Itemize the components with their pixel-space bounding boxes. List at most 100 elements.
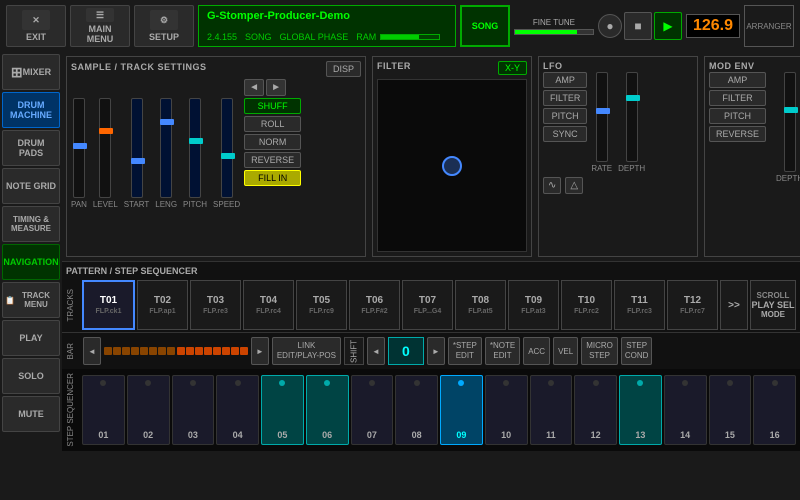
shift-button[interactable]: SHIFT bbox=[344, 337, 364, 365]
track-menu-button[interactable]: 📋 TRACK MENU bbox=[2, 282, 60, 318]
mod-filter-button[interactable]: FILTER bbox=[709, 90, 766, 106]
bar-prev-button[interactable]: ◄ bbox=[83, 337, 101, 365]
drum-pads-button[interactable]: DRUM PADS bbox=[2, 130, 60, 166]
norm-button[interactable]: NORM bbox=[244, 134, 301, 150]
track-t06[interactable]: T06 FLP.F#2 bbox=[349, 280, 400, 330]
step-pad-08[interactable]: 08 bbox=[395, 375, 438, 445]
mod-reverse-button[interactable]: REVERSE bbox=[709, 126, 766, 142]
speed-slider: SPEED bbox=[213, 98, 240, 209]
lfo-sync-button[interactable]: SYNC bbox=[543, 126, 587, 142]
lfo-rate-slider: RATE bbox=[591, 72, 612, 173]
main-menu-button[interactable]: ☰ MAIN MENU bbox=[70, 5, 130, 47]
step-pad-09[interactable]: 09 bbox=[440, 375, 483, 445]
step-pad-01[interactable]: 01 bbox=[82, 375, 125, 445]
step-pad-16[interactable]: 16 bbox=[753, 375, 796, 445]
song-button[interactable]: SONG bbox=[460, 5, 510, 47]
tracks-row: TRACKS T01 FLP.ck1 T02 FLP.ap1 T03 FLP.r… bbox=[66, 280, 796, 330]
navigation-button[interactable]: NAVIGATION bbox=[2, 244, 60, 280]
step-pad-02[interactable]: 02 bbox=[127, 375, 170, 445]
fx-buttons: ◄ ► SHUFF ROLL NORM REVERSE FILL IN bbox=[244, 79, 301, 213]
step-edit-button[interactable]: *STEPEDIT bbox=[448, 337, 482, 365]
lfo-pitch-button[interactable]: PITCH bbox=[543, 108, 587, 124]
fill-in-button[interactable]: FILL IN bbox=[244, 170, 301, 186]
step-pad-12[interactable]: 12 bbox=[574, 375, 617, 445]
arrow-left-button[interactable]: ◄ bbox=[244, 79, 264, 96]
solo-button[interactable]: SOLO bbox=[2, 358, 60, 394]
mod-pitch-button[interactable]: PITCH bbox=[709, 108, 766, 124]
scroll-label: SCROLL bbox=[757, 291, 790, 300]
arrow-right-button[interactable]: ► bbox=[266, 79, 286, 96]
lfo-section: LFO AMP FILTER PITCH SYNC RATE bbox=[538, 56, 698, 257]
mixer-button[interactable]: ⊞ MIXER bbox=[2, 54, 60, 90]
filter-section: FILTER X-Y bbox=[372, 56, 532, 257]
xy-button[interactable]: X-Y bbox=[498, 61, 527, 75]
micro-step-button[interactable]: MICROSTEP bbox=[581, 337, 618, 365]
stop-button[interactable]: ■ bbox=[624, 12, 652, 40]
step-pad-13[interactable]: 13 bbox=[619, 375, 662, 445]
roll-button[interactable]: ROLL bbox=[244, 116, 301, 132]
wave-triangle-button[interactable]: △ bbox=[565, 177, 583, 194]
mod-amp-button[interactable]: AMP bbox=[709, 72, 766, 88]
track-t09[interactable]: T09 FLP.at3 bbox=[508, 280, 559, 330]
track-t03[interactable]: T03 FLP.re3 bbox=[190, 280, 241, 330]
track-t05[interactable]: T05 FLP.rc9 bbox=[296, 280, 347, 330]
step-pad-14[interactable]: 14 bbox=[664, 375, 707, 445]
start-slider: START bbox=[124, 98, 149, 209]
step-cond-button[interactable]: STEPCOND bbox=[621, 337, 653, 365]
sample-settings: SAMPLE / TRACK SETTINGS DISP PAN bbox=[66, 56, 366, 257]
record-button[interactable]: ● bbox=[598, 14, 622, 38]
shuff-button[interactable]: SHUFF bbox=[244, 98, 301, 114]
sliders-row: PAN LEVEL START bbox=[71, 79, 240, 209]
step-pad-06[interactable]: 06 bbox=[306, 375, 349, 445]
step-prev-button[interactable]: ◄ bbox=[367, 337, 385, 365]
note-edit-button[interactable]: *NOTEEDIT bbox=[485, 337, 520, 365]
track-t02[interactable]: T02 FLP.ap1 bbox=[137, 280, 188, 330]
track-next[interactable]: >> bbox=[720, 280, 748, 330]
play-sel-button[interactable]: SCROLL PLAY SEL MODE bbox=[750, 280, 796, 330]
fine-tune: FINE TUNE bbox=[514, 18, 594, 35]
exit-button[interactable]: ✕ EXIT bbox=[6, 5, 66, 47]
track-t11[interactable]: T11 FLP.rc3 bbox=[614, 280, 665, 330]
ram-progress bbox=[380, 34, 440, 40]
arranger-button[interactable]: ARRANGER bbox=[744, 5, 794, 47]
step-pad-07[interactable]: 07 bbox=[351, 375, 394, 445]
bpm-display[interactable]: 126.9 bbox=[686, 14, 740, 38]
play-button[interactable]: ▶ bbox=[654, 12, 682, 40]
vel-button[interactable]: VEL bbox=[553, 337, 578, 365]
pitch-slider: PITCH bbox=[183, 98, 207, 209]
mute-button[interactable]: MUTE bbox=[2, 396, 60, 432]
lfo-amp-button[interactable]: AMP bbox=[543, 72, 587, 88]
step-pad-04[interactable]: 04 bbox=[216, 375, 259, 445]
transport-controls: ● ■ ▶ bbox=[598, 12, 682, 40]
drum-machine-button[interactable]: DRUM MACHINE bbox=[2, 92, 60, 128]
acc-button[interactable]: ACC bbox=[523, 337, 550, 365]
step-pad-03[interactable]: 03 bbox=[172, 375, 215, 445]
note-grid-button[interactable]: NOTE GRID bbox=[2, 168, 60, 204]
top-bar: ✕ EXIT ☰ MAIN MENU ⚙ SETUP G-Stomper-Pro… bbox=[0, 0, 800, 52]
link-edit-button[interactable]: LINKEDIT/PLAY-POS bbox=[272, 337, 341, 365]
step-pad-11[interactable]: 11 bbox=[530, 375, 573, 445]
bar-next-button[interactable]: ► bbox=[251, 337, 269, 365]
track-t04[interactable]: T04 FLP.rc4 bbox=[243, 280, 294, 330]
reverse-button[interactable]: REVERSE bbox=[244, 152, 301, 168]
disp-button[interactable]: DISP bbox=[326, 61, 361, 77]
track-t10[interactable]: T10 FLP.rc2 bbox=[561, 280, 612, 330]
song-title: G-Stomper-Producer-Demo bbox=[207, 10, 447, 22]
lfo-filter-button[interactable]: FILTER bbox=[543, 90, 587, 106]
setup-button[interactable]: ⚙ SETUP bbox=[134, 5, 194, 47]
bar-indicators bbox=[104, 341, 248, 361]
step-pad-10[interactable]: 10 bbox=[485, 375, 528, 445]
wave-sine-button[interactable]: ∿ bbox=[543, 177, 561, 194]
play-sidebar-button[interactable]: PLAY bbox=[2, 320, 60, 356]
filter-pad[interactable] bbox=[377, 79, 527, 252]
track-t01[interactable]: T01 FLP.ck1 bbox=[82, 280, 135, 330]
step-next-button[interactable]: ► bbox=[427, 337, 445, 365]
step-pad-05[interactable]: 05 bbox=[261, 375, 304, 445]
step-pad-15[interactable]: 15 bbox=[709, 375, 752, 445]
track-t08[interactable]: T08 FLP.at5 bbox=[455, 280, 506, 330]
play-sel-label: PLAY SEL bbox=[751, 300, 794, 310]
tracks-label: TRACKS bbox=[66, 289, 80, 321]
track-t12[interactable]: T12 FLP.rc7 bbox=[667, 280, 718, 330]
timing-button[interactable]: TIMING & MEASURE bbox=[2, 206, 60, 242]
track-t07[interactable]: T07 FLP...G4 bbox=[402, 280, 453, 330]
